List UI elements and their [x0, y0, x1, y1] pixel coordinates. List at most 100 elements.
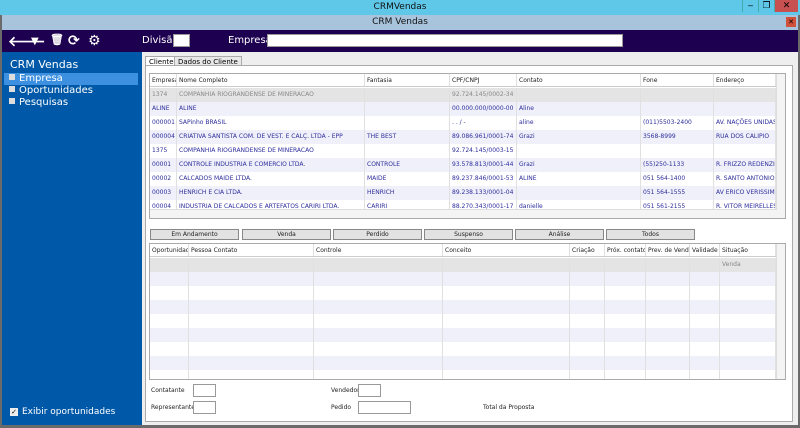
- table-cell: [189, 258, 314, 272]
- grid-header: OportunidadePessoa ContatoControleConcei…: [150, 244, 776, 257]
- representante-label: Representante: [151, 404, 195, 411]
- table-cell: [189, 342, 314, 356]
- close-button[interactable]: ✕: [774, 0, 798, 12]
- table-row[interactable]: 1374 COMPANHIA RIOGRANDENSE DE MINERACAO 9…: [150, 88, 776, 102]
- column-header[interactable]: Prev. de Venda: [646, 244, 690, 256]
- column-header[interactable]: Validade: [690, 244, 720, 256]
- table-cell: [314, 342, 443, 356]
- table-cell: [641, 102, 714, 116]
- table-row[interactable]: Venda: [150, 258, 776, 272]
- sidebar-item-oportunidades[interactable]: Oportunidades: [4, 85, 138, 97]
- table-cell: 00002: [150, 172, 177, 186]
- table-cell: [714, 88, 776, 102]
- table-cell: RUA DOS CALIPIO: [714, 130, 776, 144]
- filter-button-perdido[interactable]: Perdido: [333, 229, 422, 240]
- table-cell: [646, 272, 690, 286]
- empresa-input[interactable]: [267, 34, 623, 47]
- column-header[interactable]: Situação: [720, 244, 776, 256]
- inner-close-button[interactable]: ✕: [786, 17, 796, 27]
- vendedor-input[interactable]: [358, 384, 381, 397]
- table-row[interactable]: 000001 SAPinho BRASIL . . / - aline (011)55…: [150, 116, 776, 130]
- filter-button-em-andamento[interactable]: Em Andamento: [150, 229, 239, 240]
- minimize-button[interactable]: ‒: [742, 0, 758, 12]
- opportunities-grid: OportunidadePessoa ContatoControleConcei…: [149, 243, 786, 380]
- column-header[interactable]: Controle: [314, 244, 443, 256]
- exibir-oportunidades-checkbox[interactable]: ✓ Exibir oportunidades: [10, 407, 115, 417]
- divisao-input[interactable]: [173, 34, 190, 47]
- table-row[interactable]: [150, 328, 776, 342]
- table-row[interactable]: 00002 CALCADOS MAIDE LTDA. MAIDE 89.237.846…: [150, 172, 776, 186]
- table-row[interactable]: [150, 314, 776, 328]
- table-cell: [189, 314, 314, 328]
- table-cell: [517, 186, 641, 200]
- filter-button-análise[interactable]: Análise: [515, 229, 604, 240]
- contatante-input[interactable]: [193, 384, 216, 397]
- back-arrow-icon[interactable]: 🡐: [8, 33, 46, 50]
- table-row[interactable]: [150, 370, 776, 379]
- restore-button[interactable]: ❐: [758, 0, 774, 12]
- column-header[interactable]: Contato: [517, 74, 641, 86]
- sidebar-item-pesquisas[interactable]: Pesquisas: [4, 97, 138, 109]
- vertical-scrollbar[interactable]: [776, 244, 785, 379]
- table-cell: [690, 314, 720, 328]
- column-header[interactable]: Empresa: [150, 74, 177, 86]
- table-row[interactable]: 1375 COMPANHIA RIOGRANDENSE DE MINERACAO 9…: [150, 144, 776, 158]
- table-cell: [720, 272, 776, 286]
- table-row[interactable]: [150, 286, 776, 300]
- table-row[interactable]: [150, 272, 776, 286]
- window-title: CRMVendas: [373, 2, 427, 12]
- table-cell: [365, 102, 450, 116]
- pedido-input[interactable]: [358, 401, 411, 414]
- refresh-icon[interactable]: ⟳: [68, 33, 80, 49]
- table-cell: [690, 370, 720, 379]
- sidebar: CRM Vendas Empresa Oportunidades Pesquis…: [2, 52, 142, 425]
- expand-icon: [9, 98, 15, 104]
- horizontal-scrollbar[interactable]: [150, 209, 777, 218]
- table-cell: 1374: [150, 88, 177, 102]
- trash-icon[interactable]: 🗑: [50, 33, 64, 46]
- table-row[interactable]: 00001 CONTROLE INDUSTRIA E COMERCIO LTDA.…: [150, 158, 776, 172]
- column-header[interactable]: Fantasia: [365, 74, 450, 86]
- table-cell: [605, 258, 646, 272]
- filter-icon[interactable]: ▼: [31, 36, 39, 47]
- filter-button-suspenso[interactable]: Suspenso: [424, 229, 513, 240]
- vertical-scrollbar[interactable]: [776, 74, 785, 218]
- table-cell: [517, 88, 641, 102]
- table-row[interactable]: ALINE ALINE 00.000.000/0000-00 Aline: [150, 102, 776, 116]
- column-header[interactable]: Conceito: [443, 244, 570, 256]
- table-cell: [714, 144, 776, 158]
- total-proposta-label: Total da Proposta: [483, 404, 535, 411]
- table-cell: [570, 370, 605, 379]
- table-cell: (011)5503-2400: [641, 116, 714, 130]
- pedido-label: Pedido: [331, 404, 352, 411]
- table-cell: 000001: [150, 116, 177, 130]
- column-header[interactable]: Oportunidade: [150, 244, 189, 256]
- gear-icon[interactable]: ⚙: [88, 33, 101, 49]
- table-cell: [570, 258, 605, 272]
- sidebar-item-empresa[interactable]: Empresa: [4, 73, 138, 85]
- table-cell: Grazi: [517, 130, 641, 144]
- table-row[interactable]: [150, 356, 776, 370]
- column-header[interactable]: Endereço: [714, 74, 776, 86]
- table-cell: ALINE: [150, 102, 177, 116]
- table-row[interactable]: [150, 300, 776, 314]
- table-cell: [720, 328, 776, 342]
- table-row[interactable]: 000004 CRIATIVA SANTISTA COM. DE VEST. E …: [150, 130, 776, 144]
- table-row[interactable]: [150, 342, 776, 356]
- table-row[interactable]: 00003 HENRICH E CIA LTDA. HENRICH 89.238.13…: [150, 186, 776, 200]
- table-cell: 93.578.813/0001-44: [450, 158, 517, 172]
- table-cell: [443, 356, 570, 370]
- filter-button-venda[interactable]: Venda: [242, 229, 331, 240]
- table-cell: [443, 272, 570, 286]
- table-cell: [443, 258, 570, 272]
- representante-input[interactable]: [193, 401, 216, 414]
- filter-button-todos[interactable]: Todos: [606, 229, 695, 240]
- column-header[interactable]: Próx. contato: [605, 244, 646, 256]
- table-cell: [690, 300, 720, 314]
- column-header[interactable]: Criação: [570, 244, 605, 256]
- column-header[interactable]: Pessoa Contato: [189, 244, 314, 256]
- column-header[interactable]: CPF/CNPJ: [450, 74, 517, 86]
- column-header[interactable]: Nome Completo: [177, 74, 365, 86]
- table-cell: 000004: [150, 130, 177, 144]
- column-header[interactable]: Fone: [641, 74, 714, 86]
